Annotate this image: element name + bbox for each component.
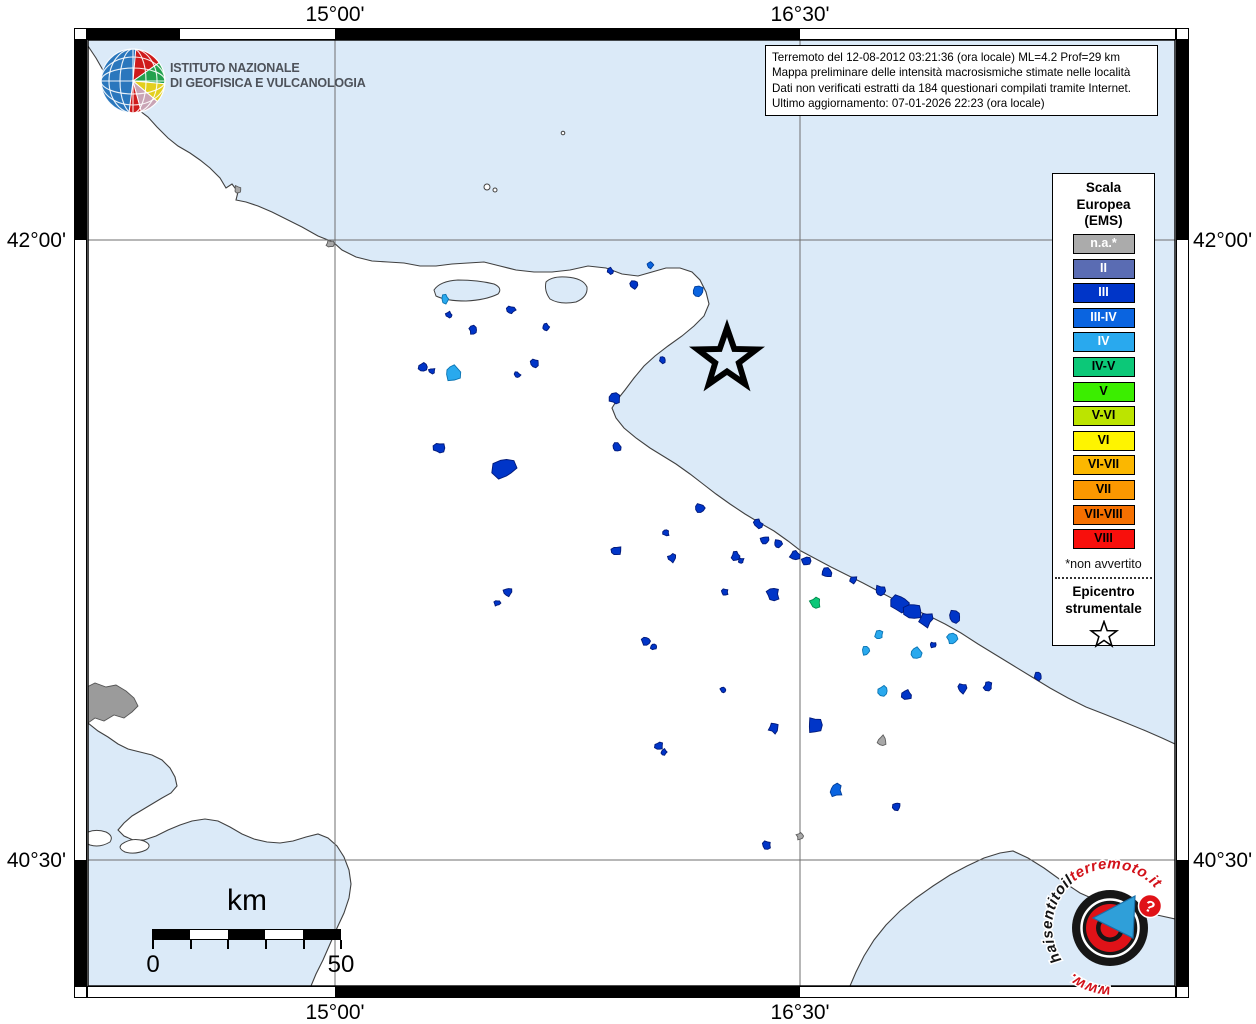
scalebar-tick <box>303 940 305 949</box>
legend-epicenter-line2: strumentale <box>1065 601 1142 617</box>
legend-swatch-II: II <box>1072 258 1135 279</box>
legend-swatch-VII-VIII: VII-VIII <box>1072 504 1135 525</box>
logo-circular-text-www: www. <box>1065 969 1111 999</box>
logo-text-red: terremoto.it <box>1066 855 1165 892</box>
locality-intensity-III <box>761 840 771 850</box>
axis-label-left-4030: 40°30' <box>6 849 66 872</box>
scalebar-end-label: 50 <box>327 951 355 978</box>
locality-intensity-III <box>902 604 922 619</box>
axis-label-right-4030: 40°30' <box>1193 849 1253 872</box>
scalebar-unit-label: km <box>227 884 267 917</box>
legend-separator <box>1055 577 1152 580</box>
frame-left <box>74 39 87 987</box>
legend-swatch-na: n.a.* <box>1072 234 1135 255</box>
legend-epicenter-star-icon <box>1088 619 1119 649</box>
frame-corner-bl <box>74 986 87 998</box>
locality-intensity-III <box>737 557 745 564</box>
locality-intensity-na <box>325 239 335 248</box>
locality-intensity-III <box>610 546 622 556</box>
axis-label-bottom-1630: 16°30' <box>770 1001 830 1024</box>
ingv-logo-globe <box>100 48 166 114</box>
logo-text-black: haisentitoil <box>1039 872 1077 967</box>
legend-swatch-VII: VII <box>1072 480 1135 501</box>
locality-intensity-III <box>808 717 823 734</box>
axis-label-right-42: 42°00' <box>1193 229 1253 252</box>
frame-corner-tl <box>74 28 87 40</box>
legend-swatch-III-IV: III-IV <box>1072 307 1135 328</box>
locality-intensity-III <box>640 636 652 646</box>
locality-intensity-III <box>649 643 658 651</box>
haisentitoilterremoto-logo: ? haisentitoilterremoto.it www. <box>1037 854 1166 1002</box>
scalebar-start-label: 0 <box>146 951 160 978</box>
legend-swatch-VI-VII: VI-VII <box>1072 455 1135 476</box>
legend-swatch-V: V <box>1072 381 1135 402</box>
scalebar <box>152 929 341 940</box>
earthquake-info-box: Terremoto del 12-08-2012 03:21:36 (ora l… <box>765 45 1158 117</box>
frame-bottom <box>87 986 1176 998</box>
legend-swatch-IV-V: IV-V <box>1072 357 1135 378</box>
locality-intensity-III <box>662 529 670 537</box>
info-line-questionnaires: Dati non verificati estratti da 184 ques… <box>772 81 1131 95</box>
island-tremiti-1 <box>483 183 491 191</box>
locality-intensity-III <box>800 556 812 566</box>
ingv-line2: DI GEOFISICA E VULCANOLOGIA <box>170 76 366 90</box>
legend-title-line3: (EMS) <box>1084 213 1123 228</box>
island-pianosa <box>560 130 566 136</box>
scalebar-tick <box>340 940 342 949</box>
logo-text-www: www. <box>1065 969 1111 999</box>
frame-top <box>87 28 1176 40</box>
axis-label-left-42: 42°00' <box>6 229 66 252</box>
info-line-maptype: Mappa preliminare delle intensità macros… <box>772 66 1131 80</box>
legend-epicenter-label: Epicentro strumentale <box>1053 583 1154 617</box>
frame-corner-tr <box>1176 28 1189 40</box>
locality-intensity-IV <box>874 629 884 640</box>
scalebar-tick <box>227 940 229 949</box>
info-line-updated: Ultimo aggiornamento: 07-01-2026 22:23 (… <box>772 96 1045 110</box>
scalebar-tick <box>265 940 267 949</box>
info-line-event: Terremoto del 12-08-2012 03:21:36 (ora l… <box>772 51 1121 64</box>
macroseismic-map-page: 15°00' 16°30' 15°00' 16°30' 42°00' 40°30… <box>0 0 1256 1024</box>
legend-swatch-VI: VI <box>1072 430 1135 451</box>
frame-right <box>1176 39 1189 987</box>
scalebar-tick <box>190 940 192 949</box>
legend-title: Scala Europea (EMS) <box>1053 180 1154 230</box>
axis-label-bottom-15: 15°00' <box>305 1001 365 1024</box>
legend-title-line1: Scala <box>1085 180 1122 195</box>
legend-swatch-IV: IV <box>1072 332 1135 353</box>
locality-intensity-III <box>929 641 937 649</box>
axis-label-top-1630: 16°30' <box>770 3 830 26</box>
ingv-line1: ISTITUTO NAZIONALE <box>170 61 300 75</box>
locality-intensity-III <box>875 584 887 597</box>
scalebar-tick <box>152 940 154 949</box>
legend-swatch-III: III <box>1072 283 1135 304</box>
legend-swatch-V-VI: V-VI <box>1072 406 1135 427</box>
intensity-legend: Scala Europea (EMS) n.a.* II III III-IV … <box>1052 173 1155 649</box>
ingv-logo-text: ISTITUTO NAZIONALE DI GEOFISICA E VULCAN… <box>170 61 366 91</box>
legend-epicenter-line1: Epicentro <box>1072 584 1135 600</box>
axis-label-top-15: 15°00' <box>305 3 365 26</box>
island-tremiti-2 <box>492 187 498 193</box>
legend-footnote: *non avvertito <box>1065 557 1142 572</box>
legend-swatch-VIII: VIII <box>1072 529 1135 550</box>
locality-intensity-III <box>891 802 901 812</box>
locality-intensity-III <box>720 588 729 596</box>
lagoon-varano <box>545 276 588 304</box>
legend-title-line2: Europea <box>1076 196 1131 212</box>
